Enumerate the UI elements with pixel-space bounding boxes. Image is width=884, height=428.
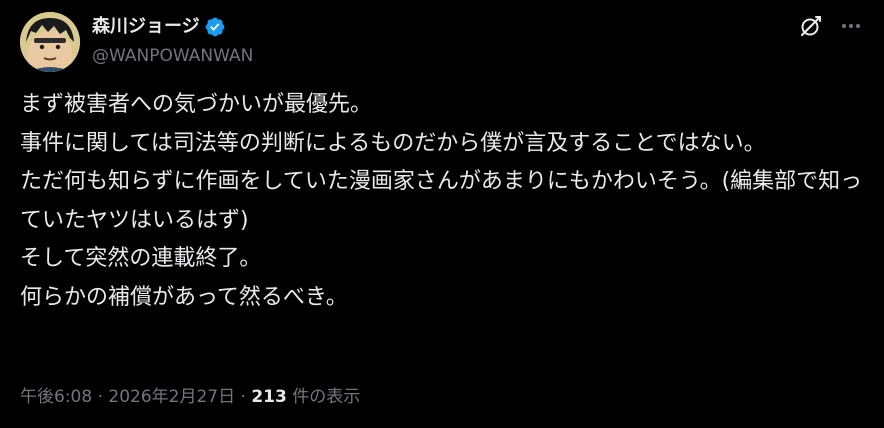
author-block: 森川ジョージ @WANPOWANWAN xyxy=(92,14,253,68)
verified-badge-icon[interactable] xyxy=(204,16,226,38)
more-icon[interactable] xyxy=(838,13,864,39)
handle[interactable]: @WANPOWANWAN xyxy=(92,44,253,68)
tweet-time[interactable]: 午後6:08 xyxy=(20,387,92,407)
views-count[interactable]: 213 xyxy=(251,387,287,407)
meta-separator: · xyxy=(92,387,109,407)
top-actions xyxy=(798,12,864,40)
display-name-row: 森川ジョージ xyxy=(92,14,253,40)
grok-icon[interactable] xyxy=(798,13,824,39)
tweet-date[interactable]: 2026年2月27日 xyxy=(108,387,235,407)
views-label: 件の表示 xyxy=(286,387,361,407)
avatar[interactable] xyxy=(20,12,80,72)
tweet-text: まず被害者への気づかいが最優先。 事件に関しては司法等の判断によるものだから僕が… xyxy=(20,92,863,310)
tweet-meta: 午後6:08 · 2026年2月27日 · 213 件の表示 xyxy=(20,384,360,410)
meta-separator: · xyxy=(235,387,252,407)
tweet-header: 森川ジョージ @WANPOWANWAN xyxy=(20,12,864,72)
display-name[interactable]: 森川ジョージ xyxy=(92,14,200,40)
avatar-image xyxy=(20,12,80,72)
